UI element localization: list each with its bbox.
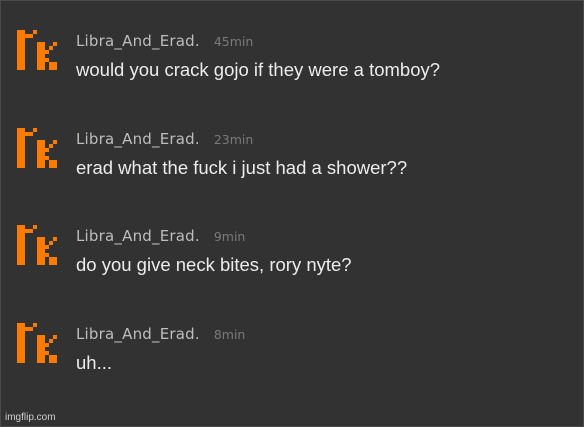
comment-meta: Libra_And_Erad. 45min [76,31,253,52]
pixel-avatar-icon[interactable] [17,225,57,265]
comment-thread: Libra_And_Erad. 45min would you crack goj… [0,0,584,427]
comment-meta: Libra_And_Erad. 8min [76,324,245,345]
comment-text: erad what the fuck i just had a shower?? [76,157,408,178]
comment-text: uh... [76,352,112,373]
username-link[interactable]: Libra_And_Erad. [76,325,200,343]
comment-time: 45min [213,34,254,49]
comment-text: would you crack gojo if they were a tomb… [76,59,441,80]
comment-item: Libra_And_Erad. 45min would you crack goj… [1,30,584,120]
comment-item: Libra_And_Erad. 23min erad what the fuck … [1,128,584,218]
comment-time: 9min [213,229,246,244]
pixel-avatar-icon[interactable] [17,128,57,168]
pixel-avatar-icon[interactable] [17,323,57,363]
pixel-avatar-icon[interactable] [17,30,57,70]
username-link[interactable]: Libra_And_Erad. [76,227,200,245]
comment-meta: Libra_And_Erad. 9min [76,226,245,247]
username-link[interactable]: Libra_And_Erad. [76,130,200,148]
comment-text: do you give neck bites, rory nyte? [76,254,352,275]
imgflip-watermark: imgflip.com [5,412,56,423]
comment-item: Libra_And_Erad. 9min do you give neck bit… [1,225,584,315]
comment-time: 8min [213,327,246,342]
comment-item: Libra_And_Erad. 8min uh... [1,323,584,413]
comment-time: 23min [213,132,254,147]
username-link[interactable]: Libra_And_Erad. [76,32,200,50]
comment-meta: Libra_And_Erad. 23min [76,129,253,150]
